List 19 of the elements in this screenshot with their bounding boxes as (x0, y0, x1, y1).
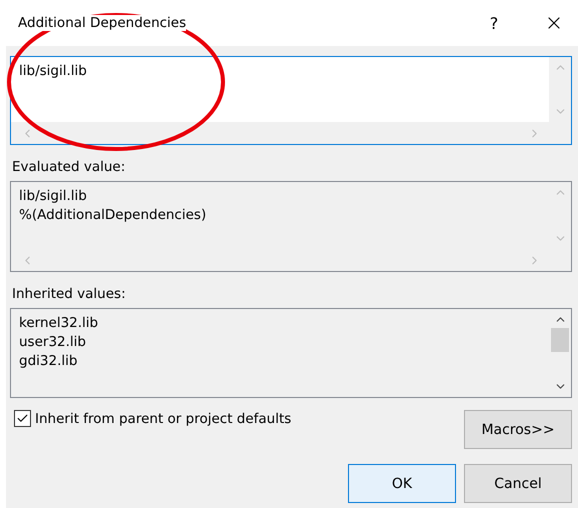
macros-button[interactable]: Macros>> (464, 410, 572, 449)
inherited-values-box[interactable]: kernel32.lib user32.lib gdi32.lib (10, 308, 572, 398)
text-line: gdi32.lib (19, 352, 78, 371)
field-label: Evaluated value: (12, 159, 126, 175)
text-line: lib/sigil.lib (19, 187, 88, 206)
evaluated-value-box[interactable]: lib/sigil.lib %(AdditionalDependencies) (10, 181, 572, 272)
text-line: user32.lib (19, 333, 87, 352)
inherit-checkbox[interactable] (14, 410, 31, 427)
help-button[interactable]: ? (474, 14, 514, 32)
cancel-button[interactable]: Cancel (464, 464, 572, 503)
text-line: %(AdditionalDependencies) (19, 206, 208, 225)
text-line: lib/sigil.lib (19, 62, 88, 81)
text-line: kernel32.lib (19, 314, 100, 333)
scroll-thumb[interactable] (551, 328, 569, 352)
field-label: Inherited values: (12, 286, 127, 302)
dependencies-field[interactable]: lib/sigil.lib (10, 56, 572, 145)
checkbox-label: Inherit from parent or project defaults (35, 410, 292, 426)
ok-button[interactable]: OK (348, 464, 456, 503)
window-title: Additional Dependencies (18, 15, 186, 31)
